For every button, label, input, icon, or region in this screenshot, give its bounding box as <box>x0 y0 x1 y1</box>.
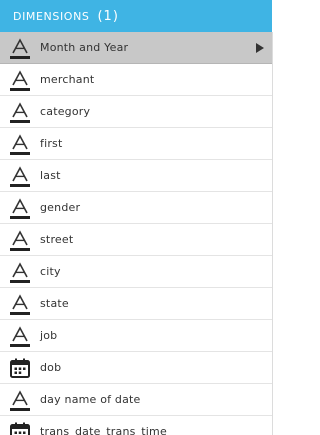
dimension-item-month-and-year[interactable]: Month and Year <box>0 32 272 64</box>
dimension-item-street[interactable]: street <box>0 224 272 256</box>
dimension-label: Month and Year <box>40 41 129 54</box>
text-type-icon <box>8 228 32 252</box>
text-type-icon <box>8 196 32 220</box>
text-type-icon <box>8 100 32 124</box>
dimension-label: city <box>40 265 61 278</box>
dimension-item-job[interactable]: job <box>0 320 272 352</box>
dimension-item-gender[interactable]: gender <box>0 192 272 224</box>
dimension-label: day name of date <box>40 393 141 406</box>
dimension-item-dob[interactable]: dob <box>0 352 272 384</box>
dimension-item-merchant[interactable]: merchant <box>0 64 272 96</box>
dimension-label: last <box>40 169 61 182</box>
text-type-icon <box>8 68 32 92</box>
text-type-icon <box>8 388 32 412</box>
dimension-item-state[interactable]: state <box>0 288 272 320</box>
dimension-label: street <box>40 233 74 246</box>
dimensions-title: DIMENSIONS <box>13 9 90 23</box>
text-type-icon <box>8 132 32 156</box>
calendar-type-icon <box>8 420 32 435</box>
dimension-item-category[interactable]: category <box>0 96 272 128</box>
dimension-label: gender <box>40 201 81 214</box>
dimensions-count: (1) <box>97 8 119 24</box>
text-type-icon <box>8 164 32 188</box>
dimension-item-city[interactable]: city <box>0 256 272 288</box>
dimension-item-trans-date-trans-time[interactable]: trans_date_trans_time <box>0 416 272 435</box>
dimension-item-day-name-of-date[interactable]: day name of date <box>0 384 272 416</box>
text-type-icon <box>8 260 32 284</box>
dimensions-panel: DIMENSIONS (1) Month and Year merchant cat… <box>0 0 275 435</box>
dimensions-list: Month and Year merchant category first last g… <box>0 32 273 435</box>
dimension-label: merchant <box>40 73 95 86</box>
dimension-label: job <box>40 329 58 342</box>
text-type-icon <box>8 36 32 60</box>
dimension-label: first <box>40 137 63 150</box>
dimension-label: category <box>40 105 91 118</box>
dimension-item-first[interactable]: first <box>0 128 272 160</box>
text-type-icon <box>8 292 32 316</box>
dimensions-header: DIMENSIONS (1) <box>0 0 275 32</box>
dimension-label: dob <box>40 361 62 374</box>
text-type-icon <box>8 324 32 348</box>
dimension-item-last[interactable]: last <box>0 160 272 192</box>
expand-arrow-icon[interactable] <box>256 42 264 53</box>
calendar-type-icon <box>8 356 32 380</box>
dimension-label: state <box>40 297 69 310</box>
dimension-label: trans_date_trans_time <box>40 425 167 435</box>
